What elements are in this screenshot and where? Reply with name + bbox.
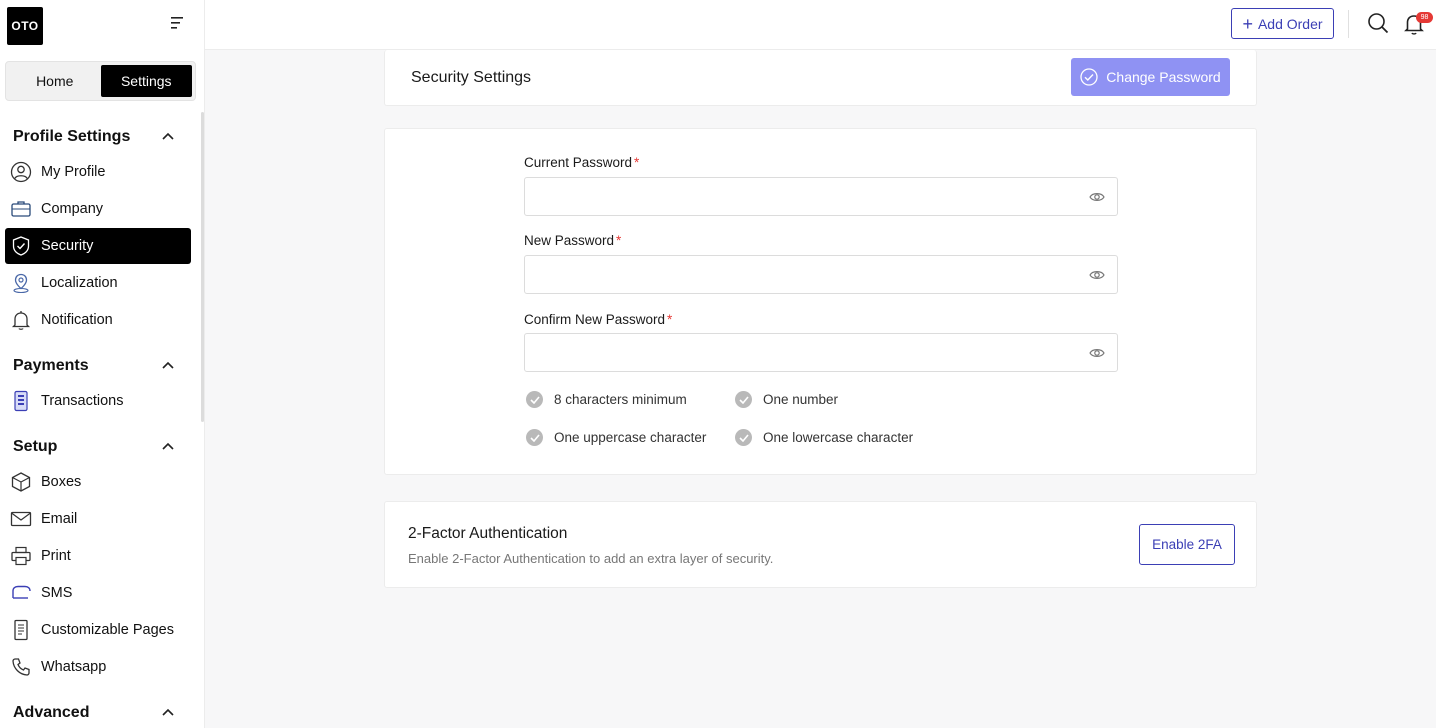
sidebar: OTO Home Settings Profile Settings My Pr… [0,0,205,728]
sidebar-item-label: Customizable Pages [41,622,174,638]
box-icon [10,471,32,493]
sidebar-item-label: My Profile [41,164,106,180]
chevron-up-icon[interactable] [160,439,176,455]
plus-icon: + [1242,13,1253,34]
printer-icon [10,545,32,567]
oto-logo[interactable]: OTO [7,7,43,45]
page-title: Security Settings [411,69,532,86]
phone-icon [10,656,32,678]
sidebar-item-label: Security [41,238,94,254]
check-icon [526,429,543,446]
sidebar-item-print[interactable]: Print [5,538,191,574]
section-setup[interactable]: Setup [13,438,57,456]
sidebar-item-transactions[interactable]: Transactions [5,383,191,419]
topbar-divider [1348,10,1349,38]
eye-icon[interactable] [1089,346,1105,360]
add-order-label: Add Order [1257,15,1323,32]
shield-check-icon [10,235,32,257]
eye-icon[interactable] [1089,190,1105,204]
sidebar-item-label: Whatsapp [41,659,107,675]
chevron-up-icon[interactable] [160,129,176,145]
check-circle-icon [1080,68,1098,86]
two-factor-title: 2-Factor Authentication [408,525,568,542]
sidebar-item-whatsapp[interactable]: Whatsapp [5,649,191,685]
two-factor-card: 2-Factor Authentication Enable 2-Factor … [384,501,1257,588]
search-icon[interactable] [1367,12,1389,34]
section-profile-settings[interactable]: Profile Settings [13,128,130,146]
current-password-field[interactable] [524,177,1118,216]
check-icon [735,429,752,446]
sidebar-item-notification[interactable]: Notification [5,302,191,338]
sidebar-item-security[interactable]: Security [5,228,191,264]
change-password-button[interactable]: Change Password [1071,58,1230,96]
sidebar-item-boxes[interactable]: Boxes [5,464,191,500]
password-form: Current Password * New Password * Confirm … [384,128,1257,475]
chevron-up-icon[interactable] [160,358,176,374]
document-icon [10,619,32,641]
sms-icon [10,582,32,604]
confirm-password-field[interactable] [524,333,1118,372]
sidebar-item-label: Localization [41,275,118,291]
home-tab[interactable]: Home [9,65,101,97]
rule-uppercase: One uppercase character [526,429,706,446]
sidebar-item-label: Email [41,511,78,527]
sidebar-item-label: Transactions [41,393,124,409]
current-password-label: Current Password * [524,155,640,170]
check-icon [526,391,543,408]
rule-min-length: 8 characters minimum [526,391,687,408]
security-settings-header: Security Settings Change Password [384,50,1257,106]
sidebar-item-label: Notification [41,312,113,328]
sidebar-item-my-profile[interactable]: My Profile [5,154,191,190]
confirm-password-input[interactable] [525,334,1117,371]
eye-icon[interactable] [1089,268,1105,282]
user-circle-icon [10,161,32,183]
sidebar-item-label: Print [41,548,71,564]
chevron-up-icon[interactable] [160,705,176,721]
home-settings-switch: Home Settings [5,61,196,101]
topbar: + Add Order 98 [205,0,1436,50]
sidebar-scrollbar[interactable] [201,112,204,422]
sidebar-item-sms[interactable]: SMS [5,575,191,611]
sidebar-item-company[interactable]: Company [5,191,191,227]
map-pin-icon [10,272,32,294]
bell-icon [10,309,32,331]
briefcase-icon [10,198,32,220]
section-payments[interactable]: Payments [13,357,89,375]
new-password-input[interactable] [525,256,1117,293]
section-advanced[interactable]: Advanced [13,704,89,722]
confirm-password-label: Confirm New Password * [524,312,673,327]
current-password-input[interactable] [525,178,1117,215]
rule-lowercase: One lowercase character [735,429,913,446]
sidebar-item-label: Boxes [41,474,82,490]
new-password-field[interactable] [524,255,1118,294]
mail-icon [10,508,32,530]
add-order-button[interactable]: + Add Order [1231,8,1334,39]
sidebar-item-customizable-pages[interactable]: Customizable Pages [5,612,191,648]
receipt-icon [10,390,32,412]
two-factor-description: Enable 2-Factor Authentication to add an… [408,551,774,566]
menu-toggle-icon[interactable] [170,16,186,30]
sidebar-item-email[interactable]: Email [5,501,191,537]
change-password-label: Change Password [1106,69,1221,85]
sidebar-item-label: SMS [41,585,73,601]
rule-number: One number [735,391,838,408]
sidebar-item-localization[interactable]: Localization [5,265,191,301]
sidebar-item-label: Company [41,201,104,217]
settings-tab[interactable]: Settings [100,65,192,97]
new-password-label: New Password * [524,233,622,248]
check-icon [735,391,752,408]
notification-count-badge: 98 [1416,12,1433,23]
enable-2fa-button[interactable]: Enable 2FA [1139,524,1235,565]
